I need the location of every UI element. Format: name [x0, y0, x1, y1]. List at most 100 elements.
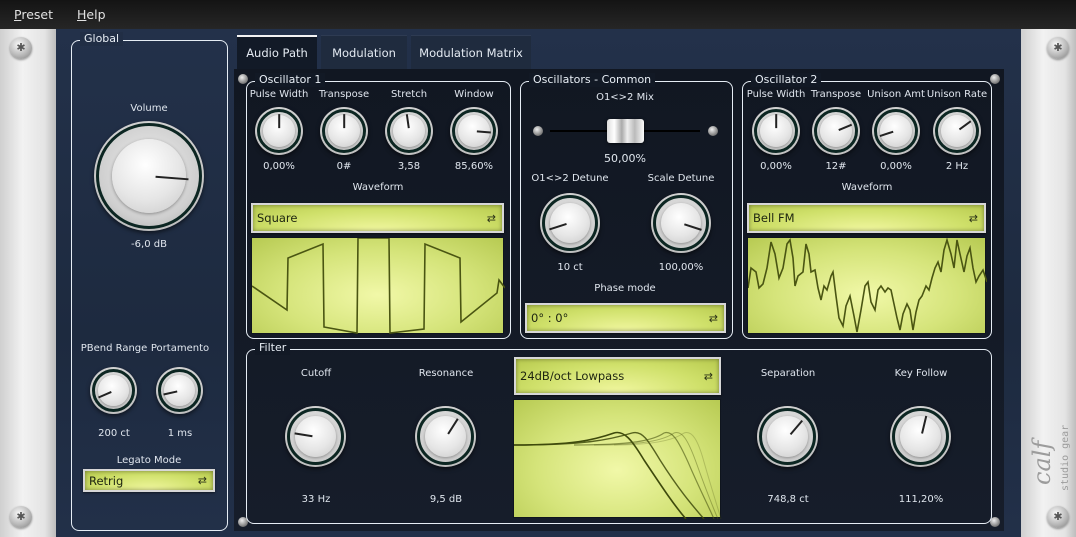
- osc2-unison-rate-knob[interactable]: [933, 107, 981, 155]
- knob-cap: [424, 415, 467, 458]
- oscillator2-title: Oscillator 2: [751, 73, 822, 87]
- menu-help[interactable]: Help: [77, 7, 106, 22]
- cycle-icon: ⇄: [708, 311, 718, 325]
- keyfollow-knob[interactable]: [890, 406, 951, 467]
- osc1-knob-label: Pulse Width: [249, 89, 309, 100]
- screw-icon: [10, 506, 32, 528]
- filter-response-graph: [513, 431, 722, 520]
- menu-help-rest: elp: [86, 7, 106, 22]
- knob-cap: [899, 415, 942, 458]
- screw-icon: [1047, 506, 1069, 528]
- osc1-knob-label: Transpose: [318, 89, 370, 100]
- osc1-knob-label: Stretch: [390, 89, 428, 100]
- tab-label: Modulation Matrix: [419, 45, 523, 60]
- portamento-label: Portamento: [150, 343, 210, 354]
- tab-label: Modulation: [332, 45, 396, 60]
- osc1-waveform-value: Square: [257, 211, 298, 225]
- filter-response-display: [513, 399, 722, 520]
- scale-detune-value: 100,00%: [658, 262, 704, 273]
- left-rack-rail: [0, 29, 56, 537]
- screw-icon: [10, 37, 32, 59]
- knob-cap: [766, 415, 809, 458]
- logo-text: calf: [1028, 437, 1056, 485]
- osc2-knob-value: 0,00%: [880, 161, 912, 172]
- cycle-icon: ⇄: [703, 369, 713, 383]
- separation-knob[interactable]: [757, 406, 818, 467]
- tab-modulation[interactable]: Modulation: [321, 35, 407, 69]
- menu-preset-rest: reset: [21, 7, 53, 22]
- tagline-text: studio gear: [1060, 425, 1071, 491]
- volume-label: Volume: [130, 103, 168, 114]
- mix-label: O1<>2 Mix: [596, 92, 654, 103]
- legato-mode-select[interactable]: Retrig ⇄: [83, 469, 215, 492]
- osc1-knob-label: Window: [454, 89, 494, 100]
- osc1-knob-value: 85,60%: [454, 161, 494, 172]
- tab-label: Audio Path: [246, 46, 308, 60]
- filter-title: Filter: [255, 341, 291, 355]
- osc2-knob-label: Pulse Width: [746, 89, 806, 100]
- osc2-knob-label: Unison Amt: [867, 89, 925, 100]
- knob-pointer: [343, 113, 345, 129]
- cutoff-knob[interactable]: [285, 406, 346, 467]
- osc1-knob-value: 0#: [336, 161, 352, 172]
- osc2-transpose-knob[interactable]: [812, 107, 860, 155]
- osc2-pulse-width-knob[interactable]: [752, 107, 800, 155]
- detune-knob[interactable]: [540, 193, 600, 253]
- cutoff-label: Cutoff: [300, 368, 332, 379]
- phase-mode-label: Phase mode: [594, 283, 656, 294]
- detune-label: O1<>2 Detune: [531, 173, 609, 184]
- menu-preset[interactable]: Preset: [14, 7, 53, 22]
- osc2-knob-value: 0,00%: [760, 161, 792, 172]
- calf-studio-gear-logo: calf studio gear: [1028, 425, 1071, 491]
- mix-slider-handle[interactable]: [607, 119, 644, 143]
- bolt-icon: [533, 126, 543, 136]
- menu-bar: Preset Help: [0, 0, 1076, 29]
- filter-type-select[interactable]: 24dB/oct Lowpass ⇄: [514, 357, 721, 395]
- scale-detune-knob[interactable]: [651, 193, 711, 253]
- osc2-waveform-display: [747, 237, 988, 334]
- osc1-waveform-display: [251, 237, 506, 334]
- calf-logo: calf studio gear: [1028, 405, 1072, 495]
- legato-label: Legato Mode: [116, 455, 182, 466]
- knob-cap: [111, 138, 187, 214]
- knob-cap: [294, 415, 337, 458]
- legato-mode-value: Retrig: [89, 473, 124, 488]
- bolt-icon: [238, 74, 248, 84]
- osc1-knob-value: 0,00%: [263, 161, 295, 172]
- phase-mode-value: 0° : 0°: [531, 311, 569, 325]
- phase-mode-select[interactable]: 0° : 0° ⇄: [525, 303, 726, 333]
- screw-icon: [1047, 37, 1069, 59]
- resonance-knob[interactable]: [415, 406, 476, 467]
- cutoff-value: 33 Hz: [301, 494, 331, 505]
- osc2-knob-value: 2 Hz: [945, 161, 969, 172]
- oscillator1-title: Oscillator 1: [255, 73, 326, 87]
- osc1-waveform-select[interactable]: Square ⇄: [251, 203, 504, 233]
- osc2-waveform-select[interactable]: Bell FM ⇄: [747, 203, 986, 233]
- osc1-window-knob[interactable]: [450, 107, 498, 155]
- osc2-unison-amt-knob[interactable]: [872, 107, 920, 155]
- bell-fm-wave-line: [747, 237, 988, 333]
- volume-knob[interactable]: [94, 121, 204, 231]
- bolt-icon: [708, 126, 718, 136]
- osc1-stretch-knob[interactable]: [385, 107, 433, 155]
- mix-value: 50,00%: [604, 152, 646, 165]
- global-title: Global: [80, 32, 124, 46]
- pbend-knob[interactable]: [90, 367, 137, 414]
- separation-label: Separation: [760, 368, 816, 379]
- tab-audio-path[interactable]: Audio Path: [237, 35, 317, 69]
- portamento-knob[interactable]: [156, 367, 203, 414]
- keyfollow-label: Key Follow: [894, 368, 948, 379]
- osc1-pulse-width-knob[interactable]: [255, 107, 303, 155]
- osc2-knob-label: Unison Rate: [926, 89, 988, 100]
- tab-modulation-matrix[interactable]: Modulation Matrix: [411, 35, 531, 69]
- osc1-transpose-knob[interactable]: [320, 107, 368, 155]
- knob-pointer: [278, 113, 280, 129]
- bolt-icon: [990, 74, 1000, 84]
- osc1-waveform-graph: [251, 237, 506, 334]
- square-wave-line: [251, 237, 506, 334]
- pbend-value: 200 ct: [98, 428, 130, 439]
- osc2-waveform-label: Waveform: [841, 182, 893, 193]
- resonance-label: Resonance: [418, 368, 474, 379]
- scale-detune-label: Scale Detune: [647, 173, 715, 184]
- osc2-waveform-graph: [747, 237, 988, 333]
